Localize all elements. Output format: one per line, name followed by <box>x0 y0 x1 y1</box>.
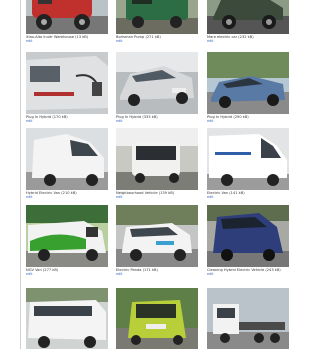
edit-link[interactable]: edit <box>116 195 198 199</box>
gallery-item[interactable]: NGV Van (277 kB) edit <box>26 205 108 276</box>
page-edge-divider <box>20 0 21 349</box>
blue-hatchback-photo[interactable] <box>207 52 289 114</box>
silver-van-charging-photo[interactable] <box>26 52 108 114</box>
white-electric-van-photo[interactable] <box>207 128 289 190</box>
gallery-item[interactable] <box>26 288 108 349</box>
gallery-item[interactable]: Plug In Hybrid (290 kB) edit <box>207 52 289 123</box>
edit-link[interactable]: edit <box>26 39 108 43</box>
gallery-item[interactable] <box>207 288 289 349</box>
dark-green-car-photo[interactable] <box>207 0 289 34</box>
white-panda-photo[interactable] <box>116 205 198 267</box>
edit-link[interactable]: edit <box>207 119 289 123</box>
gallery-item[interactable]: Xiao-Alto Inuitr Warehouse (13 kB) edit <box>26 0 108 43</box>
edit-link[interactable]: edit <box>207 272 289 276</box>
white-truck-photo[interactable] <box>207 288 289 349</box>
white-neighbourhood-vehicle-photo[interactable] <box>116 128 198 190</box>
red-utility-vehicle-photo[interactable] <box>26 0 108 34</box>
gallery-item[interactable]: Electric Panda (171 kB) edit <box>116 205 198 276</box>
edit-link[interactable]: edit <box>207 39 289 43</box>
gallery-item[interactable]: Borisman Pump (271 kB) edit <box>116 0 198 43</box>
gallery-item[interactable]: Cleaning Hybrid Electric Vehicle (243 kB… <box>207 205 289 276</box>
edit-link[interactable]: edit <box>26 195 108 199</box>
gallery-item[interactable]: Plug In Hybrid (335 kB) edit <box>116 52 198 123</box>
gallery-item[interactable]: Mare electric car (232 kB) edit <box>207 0 289 43</box>
edit-link[interactable]: edit <box>116 39 198 43</box>
white-van-photo[interactable] <box>26 128 108 190</box>
image-caption: Cleaning Hybrid Electric Vehicle (243 kB… <box>207 268 281 272</box>
yellow-green-car-photo[interactable] <box>116 288 198 349</box>
blue-van-photo[interactable] <box>207 205 289 267</box>
edit-link[interactable]: edit <box>26 119 108 123</box>
edit-link[interactable]: edit <box>116 119 198 123</box>
green-utility-vehicle-photo[interactable] <box>116 0 198 34</box>
edit-link[interactable]: edit <box>116 272 198 276</box>
gallery-item[interactable]: Electric Van (141 kB) edit <box>207 128 289 199</box>
edit-link[interactable]: edit <box>207 195 289 199</box>
gallery-item[interactable]: Hybrid Electric Van (210 kB) edit <box>26 128 108 199</box>
image-gallery-grid: Xiao-Alto Inuitr Warehouse (13 kB) edit … <box>26 0 289 349</box>
gallery-item[interactable] <box>116 288 198 349</box>
gallery-item[interactable]: Plug In Hybrid (170 kB) edit <box>26 52 108 123</box>
gallery-item[interactable]: Neighbourhood Vehicle (139 kB) edit <box>116 128 198 199</box>
white-shuttle-photo[interactable] <box>26 288 108 349</box>
silver-hatchback-photo[interactable] <box>116 52 198 114</box>
edit-link[interactable]: edit <box>26 272 108 276</box>
green-ngv-van-photo[interactable] <box>26 205 108 267</box>
